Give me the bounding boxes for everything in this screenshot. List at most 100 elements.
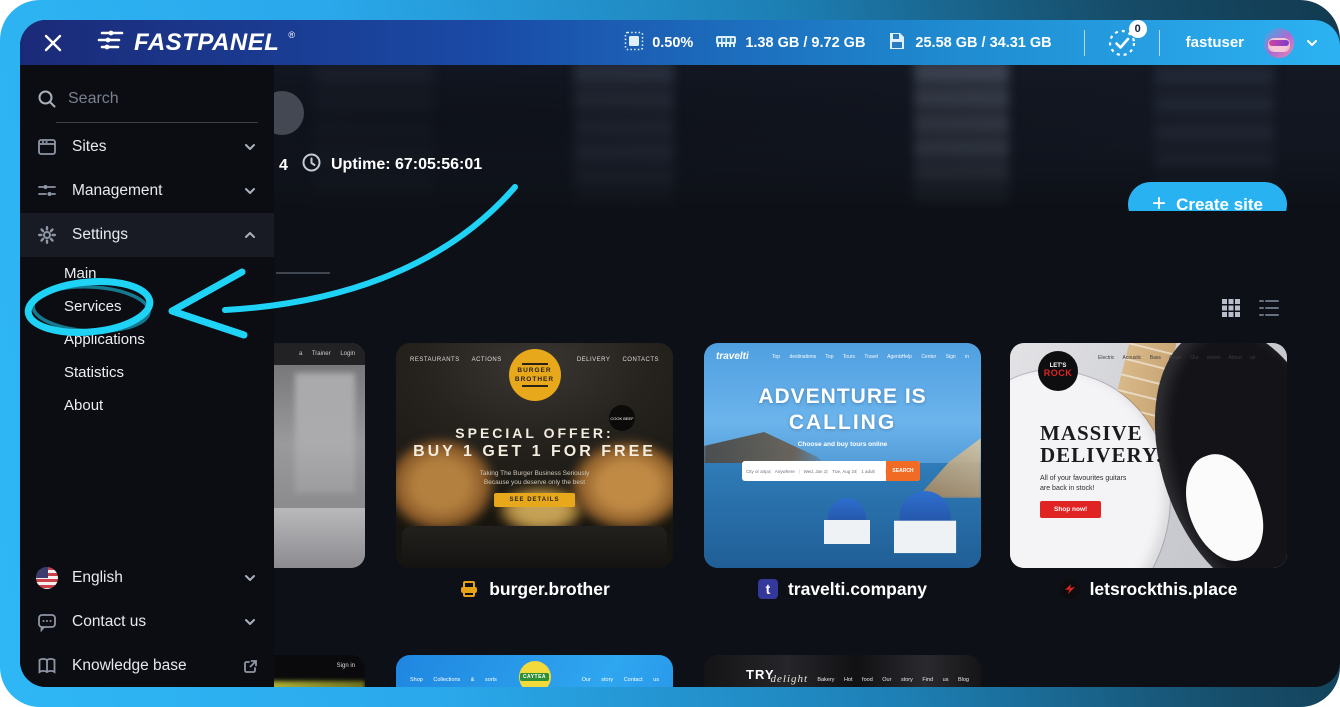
caytea-logo: CAYTEA xyxy=(518,661,551,687)
letsrock-cta-button: Shop now! xyxy=(1040,501,1102,518)
uptime-indicator: Uptime: 67:05:56:01 xyxy=(302,153,482,177)
site-card-fitness-partial[interactable]: a Trainer Login xyxy=(274,343,365,568)
travelti-thumb-nav: Top destinations Top Tours Travel Agents xyxy=(772,354,903,360)
search-input[interactable] xyxy=(68,90,228,108)
server-hero-image: 4 Uptime: 67:05:56:01 + Create site xyxy=(274,65,1340,211)
site-name-partial[interactable]: ss xyxy=(274,575,365,603)
letsrock-subline-2: are back in stock! xyxy=(1040,485,1095,492)
travelti-thumb-nav-right: Help Center Sign in xyxy=(901,354,969,360)
sidebar-subitem-about[interactable]: About xyxy=(20,389,274,422)
travelti-subline: Choose and buy tours online xyxy=(797,441,888,448)
tasks-badge[interactable]: 0 xyxy=(1105,20,1147,60)
row2a-signin: Sign in xyxy=(336,663,355,669)
management-icon xyxy=(36,180,58,202)
travelti-headline-1: ADVENTURE IS xyxy=(758,385,927,408)
settings-gear-icon xyxy=(36,224,58,246)
site-card-row2-partial[interactable]: Sign in xyxy=(274,655,365,687)
fastpanel-logo[interactable]: FASTPANEL ® xyxy=(96,28,295,57)
cpu-icon xyxy=(624,31,644,55)
sidebar-item-contact-us[interactable]: Contact us xyxy=(20,600,274,644)
burger-brother-logo: BURGER BROTHER xyxy=(508,349,561,401)
burger-favicon xyxy=(459,579,479,599)
sidebar-item-management[interactable]: Management xyxy=(20,169,274,213)
sidebar-search[interactable] xyxy=(20,79,274,119)
letsrock-subline-1: All of your favourites guitars xyxy=(1040,475,1127,482)
server-info-partial: 4 xyxy=(279,157,288,174)
fastpanel-logo-icon xyxy=(96,28,126,57)
sidebar-subitem-services[interactable]: Services xyxy=(20,290,274,323)
burger-thumb-nav-right: DELIVERY CONTACTS xyxy=(576,357,659,363)
sidebar-item-settings[interactable]: Settings xyxy=(20,213,274,257)
chevron-up-icon xyxy=(242,227,258,243)
fastpanel-app: FASTPANEL ® 0.50% 1.38 GB / 9.72 GB 25.5… xyxy=(20,20,1340,687)
site-card-caytea[interactable]: Shop Collections & sorts CAYTEA Our stor… xyxy=(396,655,673,687)
burger-headline-1: SPECIAL OFFER: xyxy=(455,425,614,441)
list-view-icon[interactable] xyxy=(1258,297,1280,319)
site-card-letsrock[interactable]: LET'S ROCK Electric Acoustic Bass Amps Ou… xyxy=(1010,343,1287,568)
external-link-icon xyxy=(242,658,258,674)
ram-value: 1.38 GB / 9.72 GB xyxy=(745,34,866,51)
lets-rock-logo: LET'S ROCK xyxy=(1038,351,1078,391)
uptime-value: Uptime: 67:05:56:01 xyxy=(331,156,483,173)
burger-headline-2: BUY 1 GET 1 FOR FREE xyxy=(413,443,656,460)
sidebar-subitem-statistics[interactable]: Statistics xyxy=(20,356,274,389)
tab-underline xyxy=(276,272,330,274)
travelti-search-bar: City or airport Anywhere Wed, Jan 18 Tue… xyxy=(742,461,920,481)
contact-chat-icon xyxy=(36,611,58,633)
top-bar-stats: 0.50% 1.38 GB / 9.72 GB 25.58 GB / 34.31… xyxy=(624,20,1320,60)
tasks-count: 0 xyxy=(1128,20,1147,38)
travelti-brand: travelti xyxy=(716,351,749,362)
burger-cta-button: SEE DETAILS xyxy=(493,493,576,507)
sidebar-subitem-main[interactable]: Main xyxy=(20,257,274,290)
sites-icon xyxy=(36,136,58,158)
user-menu-chevron-down-icon[interactable] xyxy=(1304,35,1320,51)
burger-subline-2: Because you deserve only the best xyxy=(483,479,586,486)
view-toggles xyxy=(1220,297,1280,319)
divider xyxy=(1158,29,1160,56)
site-name-letsrock[interactable]: letsrockthis.place xyxy=(1010,575,1287,603)
disk-icon xyxy=(887,31,907,55)
site-card-trydelight[interactable]: TRYdelight Bakery Hot food Our story Fin… xyxy=(704,655,981,687)
trydelight-thumb-nav: Bakery Hot food Our story Find us Blog xyxy=(817,677,969,683)
letsrock-headline-2: DELIVERY. xyxy=(1040,443,1163,467)
travelti-search-button: SEARCH xyxy=(885,461,920,481)
ram-icon xyxy=(715,32,737,54)
divider xyxy=(1083,29,1085,56)
chevron-down-icon xyxy=(242,139,258,155)
user-avatar[interactable] xyxy=(1264,27,1294,58)
sidebar-item-language[interactable]: English xyxy=(20,556,274,600)
close-menu-icon[interactable] xyxy=(40,30,66,56)
plus-icon: + xyxy=(1152,189,1167,211)
site-card-travelti[interactable]: travelti Top destinations Top Tours Trav… xyxy=(704,343,981,568)
cpu-stat[interactable]: 0.50% xyxy=(624,31,693,55)
screenshot-stage: FASTPANEL ® 0.50% 1.38 GB / 9.72 GB 25.5… xyxy=(0,0,1340,707)
chevron-down-icon xyxy=(242,614,258,630)
sidebar: Sites Management xyxy=(20,65,274,687)
travelti-favicon: t xyxy=(757,579,778,599)
trydelight-logo: TRYdelight xyxy=(746,667,809,685)
chevron-down-icon xyxy=(242,183,258,199)
site-name-travelti[interactable]: t travelti.company xyxy=(704,575,981,603)
letsrock-favicon xyxy=(1059,579,1080,599)
disk-stat[interactable]: 25.58 GB / 34.31 GB xyxy=(887,31,1052,55)
search-icon xyxy=(36,88,58,110)
letsrock-thumb-nav: Electric Acoustic Bass Amps Our stores A… xyxy=(1098,355,1256,361)
username[interactable]: fastuser xyxy=(1186,34,1244,51)
site-name-burger[interactable]: burger.brother xyxy=(396,575,673,603)
disk-value: 25.58 GB / 34.31 GB xyxy=(915,34,1052,51)
sidebar-item-knowledge-base[interactable]: Knowledge base xyxy=(20,644,274,687)
sidebar-subitem-applications[interactable]: Applications xyxy=(20,323,274,356)
top-bar: FASTPANEL ® 0.50% 1.38 GB / 9.72 GB 25.5… xyxy=(20,20,1340,65)
knowledge-book-icon xyxy=(36,655,58,677)
burger-subline-1: Taking The Burger Business Seriously xyxy=(479,470,590,477)
create-site-button[interactable]: + Create site xyxy=(1128,182,1287,211)
fitness-thumb-nav: a Trainer Login xyxy=(274,343,365,365)
main-content: 4 Uptime: 67:05:56:01 + Create site a Tr… xyxy=(274,65,1340,687)
cpu-value: 0.50% xyxy=(652,34,694,51)
grid-view-icon[interactable] xyxy=(1220,297,1242,319)
travelti-headline-2: CALLING xyxy=(788,411,897,434)
ram-stat[interactable]: 1.38 GB / 9.72 GB xyxy=(715,32,865,54)
sidebar-item-sites[interactable]: Sites xyxy=(20,125,274,169)
fastpanel-logo-text: FASTPANEL xyxy=(134,28,280,56)
site-card-burger[interactable]: RESTAURANTS ACTIONS DELIVERY CONTACTS BU… xyxy=(396,343,673,568)
